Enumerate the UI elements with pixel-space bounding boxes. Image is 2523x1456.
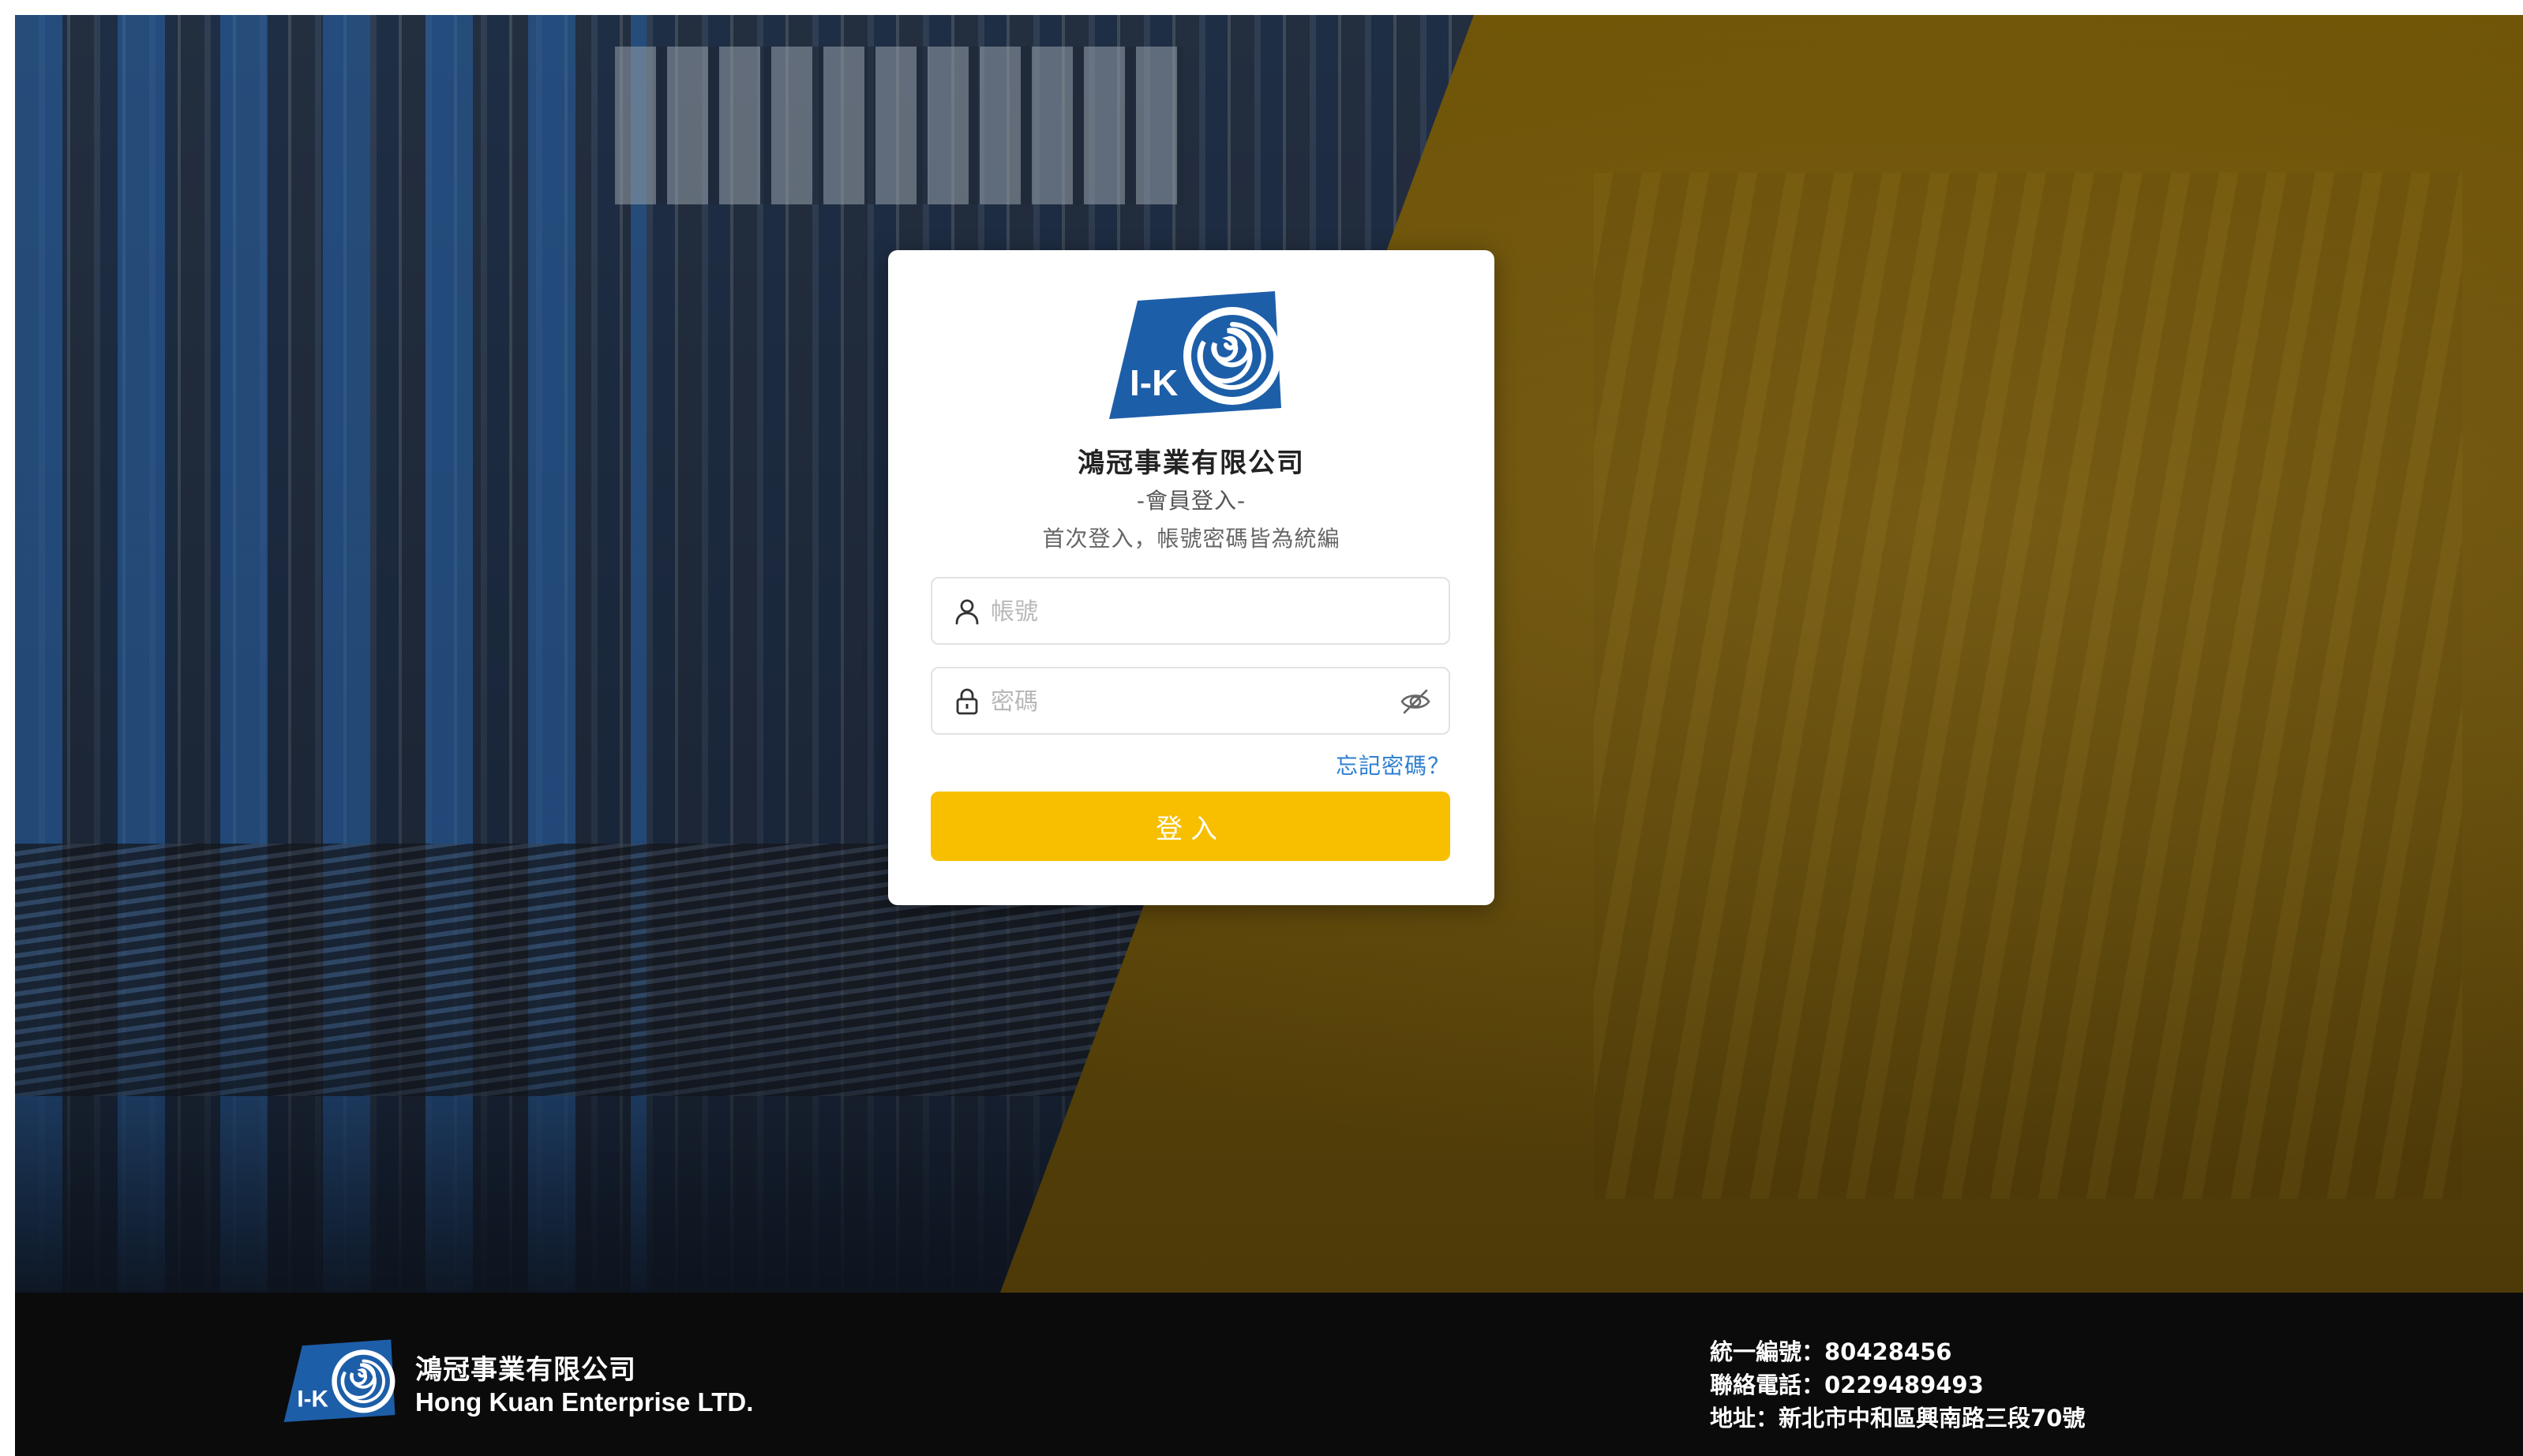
password-field[interactable] bbox=[931, 667, 1450, 735]
login-subtitle: -會員登入- bbox=[1136, 488, 1247, 514]
footer-logo: I-K bbox=[283, 1339, 396, 1423]
password-input[interactable] bbox=[989, 668, 1387, 735]
footer: I-K 鴻冠事業有限公司 Hong Kuan Enterprise LTD. 統… bbox=[15, 1293, 2523, 1456]
footer-contact-info: 統一編號：80428456 聯絡電話：0229489493 地址：新北市中和區興… bbox=[1710, 1335, 2085, 1435]
login-card: I-K 鴻冠事業有限公司 -會員登入- 首次登入，帳號密碼皆為統編 帳號 忘記密… bbox=[888, 250, 1494, 905]
user-icon bbox=[955, 599, 979, 625]
footer-company-name-en: Hong Kuan Enterprise LTD. bbox=[415, 1387, 754, 1417]
eye-off-icon[interactable] bbox=[1400, 687, 1431, 716]
forgot-password-link[interactable]: 忘記密碼？ bbox=[1336, 749, 1450, 780]
company-name: 鴻冠事業有限公司 bbox=[1078, 447, 1305, 479]
login-button[interactable]: 登入 bbox=[931, 792, 1450, 861]
footer-logo-text: I-K bbox=[297, 1387, 328, 1413]
account-input[interactable] bbox=[989, 578, 1387, 645]
page-frame: I-K 鴻冠事業有限公司 -會員登入- 首次登入，帳號密碼皆為統編 帳號 忘記密… bbox=[15, 15, 2523, 1456]
footer-company-name-zh: 鴻冠事業有限公司 bbox=[415, 1354, 636, 1386]
account-field[interactable] bbox=[931, 577, 1450, 645]
logo-text: I-K bbox=[1130, 362, 1178, 403]
company-logo: I-K bbox=[1109, 291, 1281, 419]
hero-background: I-K 鴻冠事業有限公司 -會員登入- 首次登入，帳號密碼皆為統編 帳號 忘記密… bbox=[15, 15, 2523, 1293]
lock-icon bbox=[956, 688, 978, 715]
footer-tax-id: 統一編號：80428456 bbox=[1710, 1338, 1952, 1365]
login-hint: 首次登入，帳號密碼皆為統編 bbox=[1042, 526, 1340, 552]
footer-address: 地址：新北市中和區興南路三段70號 bbox=[1710, 1405, 2086, 1432]
footer-phone: 聯絡電話：0229489493 bbox=[1710, 1372, 1984, 1398]
